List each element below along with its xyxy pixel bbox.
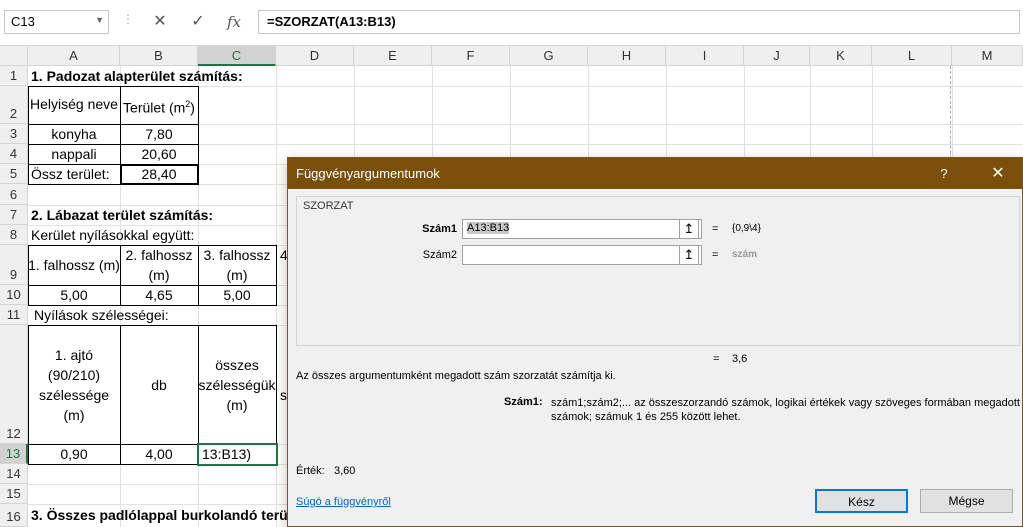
cell-c10[interactable]: 5,00 (198, 285, 276, 305)
arg1-result: {0,9\4} (732, 223, 761, 234)
cell-a8[interactable]: Kerület nyílásokkal együtt: (31, 225, 194, 245)
column-header-c[interactable]: C (198, 46, 276, 66)
drag-handle-icon[interactable]: ⋮ (122, 12, 134, 26)
cell-a11[interactable]: Nyílások szélességei: (34, 305, 169, 325)
cell-b2[interactable]: Terület (m2) (120, 94, 198, 118)
value: 3,60 (334, 465, 356, 477)
row-header-3[interactable]: 3 (0, 124, 28, 144)
cell-a3[interactable]: konyha (28, 124, 120, 144)
name-box-value: C13 (11, 14, 35, 29)
arg1-input[interactable]: A13:B13 (462, 219, 702, 239)
cell-a16[interactable]: 3. Összes padlólappal burkolandó terület… (31, 505, 309, 525)
name-box[interactable]: C13 ▼ (4, 10, 109, 34)
cell-b10[interactable]: 4,65 (120, 285, 198, 305)
cell-a2[interactable]: Helyiség neve (28, 94, 120, 114)
close-icon[interactable]: ✕ (988, 158, 1008, 189)
cell-a1[interactable]: 1. Padozat alapterület számítás: (31, 66, 243, 86)
cell-a13[interactable]: 0,90 (28, 444, 120, 464)
cell-b12[interactable]: db (120, 325, 198, 444)
dialog-titlebar[interactable]: Függvényargumentumok ? ✕ (288, 158, 1022, 189)
chevron-down-icon[interactable]: ▼ (95, 15, 104, 25)
function-name: SZORZAT (303, 200, 354, 212)
cancel-icon[interactable]: ✕ (148, 10, 172, 34)
cell-b2-close: ) (190, 99, 195, 116)
row-header-9[interactable]: 9 (0, 245, 28, 285)
row-header-13[interactable]: 13 (0, 444, 28, 464)
cell-c12[interactable]: összes szélességük (m) (198, 325, 276, 444)
arg2-label: Szám2 (422, 249, 457, 261)
column-header-k[interactable]: K (810, 46, 872, 66)
cell-a12[interactable]: 1. ajtó (90/210) szélessége (m) (28, 325, 120, 444)
column-header-f[interactable]: F (432, 46, 510, 66)
help-link[interactable]: Súgó a függvényről (296, 496, 391, 508)
cell-a7[interactable]: 2. Lábazat terület számítás: (31, 205, 213, 225)
cell-a10[interactable]: 5,00 (28, 285, 120, 305)
help-icon[interactable]: ? (934, 158, 954, 189)
row-header-6[interactable]: 6 (0, 184, 28, 205)
enter-icon[interactable]: ✓ (186, 10, 210, 34)
cell-a5[interactable]: Össz terület: (31, 164, 110, 184)
row-header-10[interactable]: 10 (0, 285, 28, 305)
excel-window: C13 ▼ ⋮ ✕ ✓ fx =SZORZAT(A13:B13) A B C D… (0, 0, 1023, 527)
value-label: Érték: (296, 465, 325, 477)
row-header-15[interactable]: 15 (0, 484, 28, 504)
function-arguments-dialog: Függvényargumentumok ? ✕ SZORZAT Szám1 A… (287, 157, 1023, 527)
column-header-a[interactable]: A (28, 46, 120, 66)
column-header-l[interactable]: L (872, 46, 952, 66)
column-header-g[interactable]: G (510, 46, 588, 66)
cell-d12[interactable]: s (280, 385, 287, 405)
formula-result: 3,6 (732, 353, 748, 365)
cell-b2-text: Terület (m (123, 99, 186, 116)
cell-c13[interactable]: 13:B13) (202, 444, 251, 464)
cell-b13[interactable]: 4,00 (120, 444, 198, 464)
column-header-j[interactable]: J (744, 46, 810, 66)
dialog-title: Függvényargumentumok (296, 166, 440, 181)
arg1-equals: = (712, 223, 719, 235)
arg-help-label: Szám1: (504, 396, 543, 408)
collapse-dialog-icon[interactable]: ↥ (679, 245, 699, 265)
column-header-m[interactable]: M (952, 46, 1023, 66)
column-header-i[interactable]: I (666, 46, 744, 66)
column-header-b[interactable]: B (120, 46, 198, 66)
row-header-12[interactable]: 12 (0, 325, 28, 444)
column-header-e[interactable]: E (354, 46, 432, 66)
row-header-5[interactable]: 5 (0, 164, 28, 184)
formula-result-equals: = (713, 353, 720, 365)
cell-a9[interactable]: 1. falhossz (m) (28, 245, 120, 285)
cell-b4[interactable]: 20,60 (120, 144, 198, 164)
row-header-11[interactable]: 11 (0, 305, 28, 325)
cell-b5[interactable]: 28,40 (120, 164, 198, 184)
row-header-2[interactable]: 2 (0, 86, 28, 124)
ok-button[interactable]: Kész (815, 489, 908, 513)
row-header-1[interactable]: 1 (0, 66, 28, 86)
collapse-dialog-icon[interactable]: ↥ (679, 219, 699, 239)
column-header-h[interactable]: H (588, 46, 666, 66)
row-header-7[interactable]: 7 (0, 205, 28, 225)
arg2-equals: = (712, 249, 719, 261)
arguments-group: SZORZAT Szám1 A13:B13 ↥ = {0,9\4} Szám2 … (296, 196, 1020, 346)
row-header-14[interactable]: 14 (0, 464, 28, 484)
function-description: Az összes argumentumként megadott szám s… (296, 370, 616, 382)
formula-input[interactable]: =SZORZAT(A13:B13) (258, 10, 1020, 34)
cancel-button[interactable]: Mégse (920, 489, 1013, 513)
arg1-label: Szám1 (422, 223, 457, 235)
row-header-16[interactable]: 16 (0, 504, 28, 527)
arg1-value: A13:B13 (467, 222, 510, 234)
formula-bar: C13 ▼ ⋮ ✕ ✓ fx =SZORZAT(A13:B13) (0, 0, 1023, 46)
select-all-corner[interactable] (0, 46, 28, 66)
cell-b3[interactable]: 7,80 (120, 124, 198, 144)
arg-help-text: szám1;szám2;... az összeszorzandó számok… (551, 397, 1020, 423)
row-header-8[interactable]: 8 (0, 225, 28, 245)
arg2-input[interactable] (462, 245, 702, 265)
cell-c9[interactable]: 3. falhossz (m) (198, 245, 276, 285)
row-header-4[interactable]: 4 (0, 144, 28, 164)
insert-function-icon[interactable]: fx (222, 10, 246, 34)
cell-b9[interactable]: 2. falhossz (m) (120, 245, 198, 285)
arg2-result: szám (732, 249, 758, 260)
column-header-d[interactable]: D (276, 46, 354, 66)
cell-a4[interactable]: nappali (28, 144, 120, 164)
